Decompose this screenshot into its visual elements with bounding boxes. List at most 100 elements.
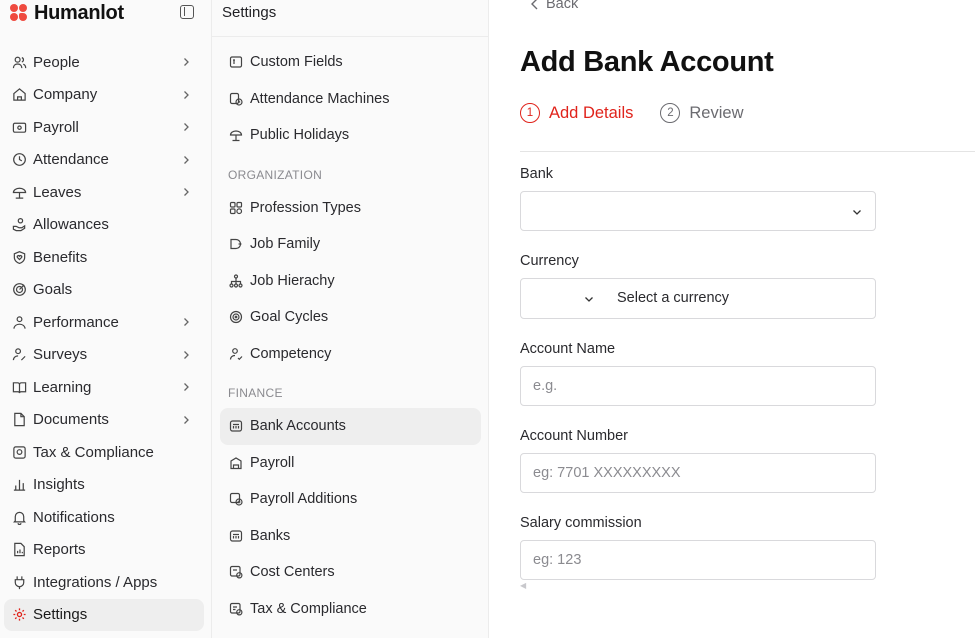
sidebar-item-settings[interactable]: Settings <box>4 598 204 631</box>
account-number-input[interactable] <box>520 453 876 493</box>
sidebar-item-benefits[interactable]: Benefits <box>4 241 204 274</box>
settings-item-job-family[interactable]: Job Family <box>220 226 481 263</box>
sidebar-item-surveys[interactable]: Surveys <box>4 339 204 372</box>
currency-select[interactable]: Select a currency <box>520 278 876 319</box>
sidebar-item-label: People <box>33 53 80 71</box>
settings-item-cost-centers[interactable]: Cost Centers <box>220 554 481 591</box>
settings-item-attendance-machines[interactable]: Attendance Machines <box>220 81 481 118</box>
sidebar-item-goals[interactable]: Goals <box>4 274 204 307</box>
settings-item-label: Job Hierachy <box>250 272 335 289</box>
user-icon <box>229 347 243 361</box>
sidebar-item-reports[interactable]: Reports <box>4 534 204 567</box>
account-number-label: Account Number <box>520 428 628 444</box>
sidebar-item-label: Learning <box>33 378 92 396</box>
sidebar-item-label: Tax & Compliance <box>33 443 154 461</box>
main-sidebar: Humanlot People Company Payroll Attendan… <box>0 0 212 638</box>
chevron-down-icon <box>585 297 593 302</box>
bank-icon <box>229 419 243 433</box>
sidebar-item-notifications[interactable]: Notifications <box>4 501 204 534</box>
family-icon <box>229 237 243 251</box>
step-review[interactable]: 2 Review <box>660 103 744 123</box>
sidebar-item-leaves[interactable]: Leaves <box>4 176 204 209</box>
back-link[interactable]: Back <box>530 0 578 12</box>
settings-item-label: Cost Centers <box>250 564 335 581</box>
umbrella-icon <box>11 184 27 200</box>
sidebar-item-payroll[interactable]: Payroll <box>4 111 204 144</box>
sidebar-item-performance[interactable]: Performance <box>4 306 204 339</box>
settings-item-bank-accounts[interactable]: Bank Accounts <box>220 408 481 445</box>
settings-group-finance: FINANCE <box>228 386 283 400</box>
chevron-left-icon <box>531 0 538 10</box>
sidebar-toggle-icon[interactable] <box>180 5 194 19</box>
settings-item-label: Bank Accounts <box>250 418 346 435</box>
target-icon <box>11 282 27 298</box>
brand[interactable]: Humanlot <box>10 2 124 24</box>
settings-item-label: Tax & Compliance <box>250 600 367 617</box>
settings-item-goal-cycles[interactable]: Goal Cycles <box>220 299 481 336</box>
settings-item-tax-compliance[interactable]: Tax & Compliance <box>220 591 481 628</box>
back-label: Back <box>546 0 579 12</box>
sidebar-item-label: Insights <box>33 476 85 494</box>
settings-item-job-hierarchy[interactable]: Job Hierachy <box>220 263 481 300</box>
settings-title: Settings <box>212 0 488 37</box>
chevron-right-icon <box>184 350 189 359</box>
users-icon <box>11 54 27 70</box>
settings-item-payroll-additions[interactable]: Payroll Additions <box>220 481 481 518</box>
hierarchy-icon <box>229 274 243 288</box>
settings-item-public-holidays[interactable]: Public Holidays <box>220 117 481 154</box>
home-icon <box>11 87 27 103</box>
sidebar-item-label: Company <box>33 86 98 104</box>
settings-item-profession-types[interactable]: Profession Types <box>220 190 481 227</box>
settings-item-payroll[interactable]: Payroll <box>220 445 481 482</box>
settings-item-label: Attendance Machines <box>250 90 390 107</box>
sidebar-item-tax-compliance[interactable]: Tax & Compliance <box>4 436 204 469</box>
scroll-left-icon[interactable]: ◀ <box>520 581 528 590</box>
sidebar-item-label: Reports <box>33 541 86 559</box>
settings-item-label: Payroll <box>250 454 295 471</box>
sidebar-item-label: Leaves <box>33 183 82 201</box>
currency-label: Currency <box>520 253 579 269</box>
sidebar-item-insights[interactable]: Insights <box>4 469 204 502</box>
machine-clock-icon <box>229 92 243 106</box>
settings-item-competency[interactable]: Competency <box>220 336 481 373</box>
heart-shield-icon <box>11 249 27 265</box>
settings-item-label: Goal Cycles <box>250 309 329 326</box>
settings-item-label: Public Holidays <box>250 127 350 144</box>
brand-logo <box>10 4 28 22</box>
sidebar-item-label: Surveys <box>33 346 88 364</box>
sidebar-item-integrations[interactable]: Integrations / Apps <box>4 566 204 599</box>
chevron-right-icon <box>184 123 189 131</box>
step-add-details[interactable]: 1 Add Details <box>520 103 633 123</box>
sidebar-item-label: Allowances <box>33 216 109 234</box>
document-icon <box>11 412 27 428</box>
sidebar-item-label: Benefits <box>33 248 88 266</box>
sidebar-item-documents[interactable]: Documents <box>4 404 204 437</box>
chevron-right-icon <box>184 318 189 326</box>
cost-center-icon <box>229 565 243 579</box>
sidebar-item-label: Attendance <box>33 151 109 169</box>
sidebar-item-attendance[interactable]: Attendance <box>4 144 204 177</box>
account-name-label: Account Name <box>520 341 616 357</box>
settings-item-label: Banks <box>250 527 291 544</box>
sidebar-item-company[interactable]: Company <box>4 79 204 112</box>
hand-coins-icon <box>11 217 27 233</box>
settings-item-label: Competency <box>250 345 332 362</box>
bank-label: Bank <box>520 166 554 182</box>
tax-icon <box>229 602 243 616</box>
settings-item-label: Profession Types <box>250 199 361 216</box>
account-name-input[interactable] <box>520 366 876 406</box>
report-icon <box>11 542 27 558</box>
sidebar-item-learning[interactable]: Learning <box>4 371 204 404</box>
step-label: Review <box>689 103 744 122</box>
settings-item-banks[interactable]: Banks <box>220 518 481 555</box>
sidebar-item-people[interactable]: People <box>4 46 204 79</box>
settings-item-custom-fields[interactable]: Custom Fields <box>220 44 481 81</box>
page-title: Add Bank Account <box>520 46 774 78</box>
sidebar-item-label: Goals <box>33 281 73 299</box>
wallet-icon <box>11 119 27 135</box>
sidebar-item-allowances[interactable]: Allowances <box>4 209 204 242</box>
salary-commission-label: Salary commission <box>520 515 642 531</box>
bank-select[interactable] <box>520 191 876 231</box>
step-number: 2 <box>660 103 681 123</box>
salary-commission-input[interactable] <box>520 540 876 580</box>
